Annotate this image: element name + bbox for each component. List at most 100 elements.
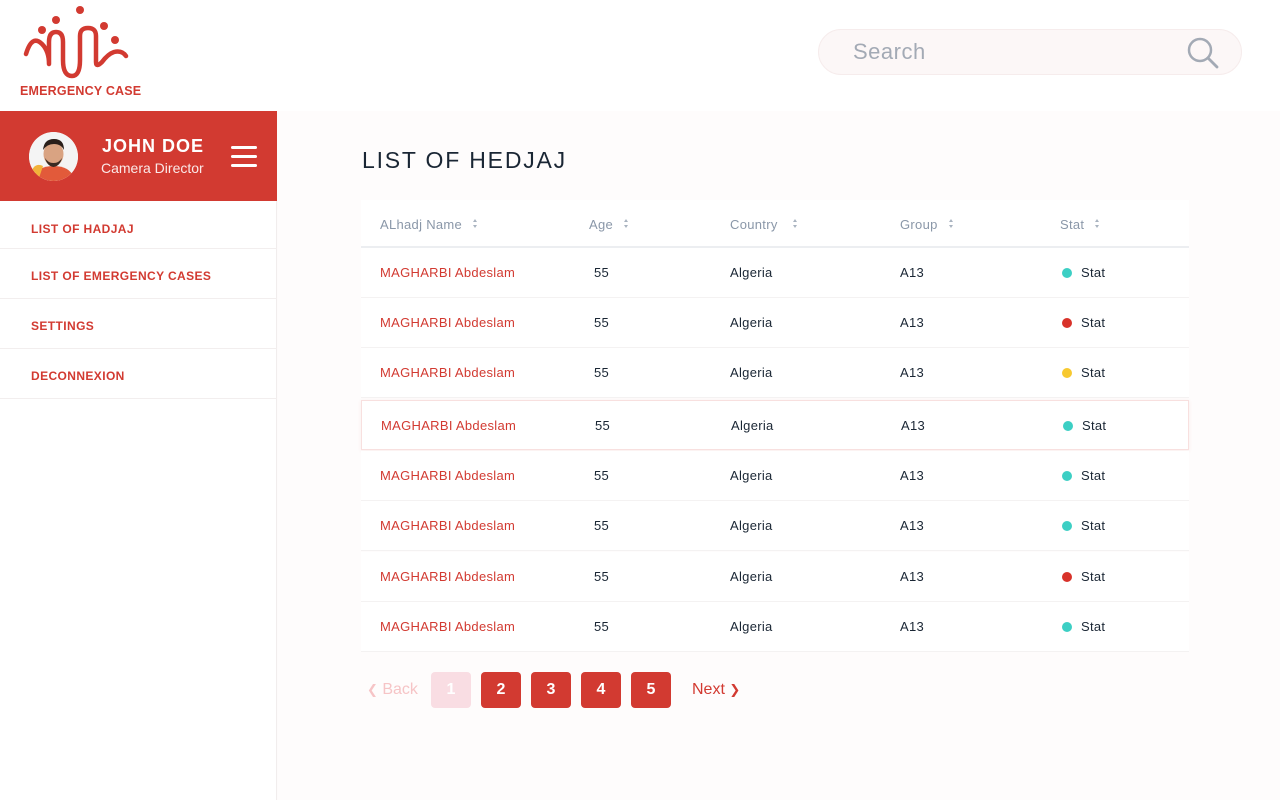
- status-label: Stat: [1081, 518, 1106, 533]
- table-row[interactable]: MAGHARBI Abdeslam 55 Algeria A13 Stat: [361, 400, 1189, 450]
- table-row[interactable]: MAGHARBI Abdeslam 55 Algeria A13 Stat: [361, 298, 1189, 348]
- hadj-name[interactable]: MAGHARBI Abdeslam: [380, 468, 515, 483]
- hadj-status: Stat: [1062, 468, 1105, 483]
- status-dot-icon: [1062, 368, 1072, 378]
- status-dot-icon: [1063, 421, 1073, 431]
- sort-icon[interactable]: [948, 219, 955, 230]
- avatar[interactable]: [29, 132, 78, 181]
- hadj-country: Algeria: [730, 569, 773, 584]
- status-dot-icon: [1062, 521, 1072, 531]
- hadj-group: A13: [900, 518, 925, 533]
- hadj-group: A13: [900, 315, 925, 330]
- hadj-name[interactable]: MAGHARBI Abdeslam: [380, 315, 515, 330]
- hadj-age: 55: [594, 468, 610, 483]
- sidebar-item-label: LIST OF HADJAJ: [31, 222, 134, 236]
- brand-logo[interactable]: EMERGENCY CASE: [18, 4, 141, 100]
- hadj-status: Stat: [1062, 619, 1105, 634]
- sort-icon[interactable]: [472, 219, 479, 230]
- status-label: Stat: [1081, 315, 1106, 330]
- hadj-status: Stat: [1062, 569, 1105, 584]
- pagination-back[interactable]: ❮ Back: [367, 681, 418, 699]
- column-header-name[interactable]: ALhadj Name: [380, 217, 479, 232]
- sidebar-item-deconnexion[interactable]: DECONNEXION: [0, 349, 277, 399]
- hadj-status: Stat: [1062, 265, 1105, 280]
- hadj-age: 55: [594, 619, 610, 634]
- page-button-1[interactable]: 1: [431, 672, 471, 708]
- table-row[interactable]: MAGHARBI Abdeslam 55 Algeria A13 Stat: [361, 451, 1189, 501]
- status-dot-icon: [1062, 572, 1072, 582]
- pagination: ❮ Back 1 2 3 4 5 Next ❯: [361, 672, 781, 708]
- hadj-age: 55: [595, 418, 611, 433]
- hadj-group: A13: [900, 265, 925, 280]
- hadj-group: A13: [900, 365, 925, 380]
- hadj-status: Stat: [1063, 418, 1106, 433]
- page-button-3[interactable]: 3: [531, 672, 571, 708]
- status-dot-icon: [1062, 318, 1072, 328]
- column-header-age[interactable]: Age: [589, 217, 630, 232]
- hadj-country: Algeria: [730, 365, 773, 380]
- brand-name: EMERGENCY CASE: [20, 84, 142, 98]
- hadj-status: Stat: [1062, 365, 1105, 380]
- sidebar-item-settings[interactable]: SETTINGS: [0, 299, 277, 349]
- sort-icon[interactable]: [1094, 219, 1101, 230]
- hadj-country: Algeria: [731, 418, 774, 433]
- hadj-status: Stat: [1062, 518, 1105, 533]
- status-label: Stat: [1081, 569, 1106, 584]
- hadj-country: Algeria: [730, 468, 773, 483]
- status-label: Stat: [1081, 468, 1106, 483]
- hadj-name[interactable]: MAGHARBI Abdeslam: [380, 518, 515, 533]
- hadj-country: Algeria: [730, 619, 773, 634]
- status-dot-icon: [1062, 471, 1072, 481]
- sort-icon[interactable]: [623, 219, 630, 230]
- user-role: Camera Director: [101, 160, 204, 176]
- status-label: Stat: [1081, 619, 1106, 634]
- hadj-name[interactable]: MAGHARBI Abdeslam: [380, 365, 515, 380]
- user-profile-header: JOHN DOE Camera Director: [0, 111, 277, 201]
- page-button-2[interactable]: 2: [481, 672, 521, 708]
- user-avatar-icon: [29, 132, 78, 181]
- emergency-people-logo-icon: [23, 6, 129, 79]
- table-row[interactable]: MAGHARBI Abdeslam 55 Algeria A13 Stat: [361, 248, 1189, 298]
- table-row[interactable]: MAGHARBI Abdeslam 55 Algeria A13 Stat: [361, 501, 1189, 551]
- column-header-country[interactable]: Country: [730, 217, 799, 232]
- sidebar-item-label: SETTINGS: [31, 319, 95, 333]
- hamburger-icon[interactable]: [231, 146, 257, 168]
- table-row[interactable]: MAGHARBI Abdeslam 55 Algeria A13 Stat: [361, 602, 1189, 652]
- chevron-left-icon: ❮: [367, 682, 378, 697]
- search-icon[interactable]: [1186, 36, 1220, 70]
- page-button-4[interactable]: 4: [581, 672, 621, 708]
- user-name: JOHN DOE: [102, 136, 205, 156]
- search-input[interactable]: [853, 38, 1173, 66]
- status-dot-icon: [1062, 622, 1072, 632]
- hadj-name[interactable]: MAGHARBI Abdeslam: [380, 265, 515, 280]
- table-row[interactable]: MAGHARBI Abdeslam 55 Algeria A13 Stat: [361, 348, 1189, 398]
- status-dot-icon: [1062, 268, 1072, 278]
- page-title: LIST OF HEDJAJ: [362, 147, 567, 173]
- hadj-group: A13: [900, 468, 925, 483]
- sort-icon[interactable]: [792, 219, 799, 230]
- status-label: Stat: [1081, 265, 1106, 280]
- hadj-country: Algeria: [730, 315, 773, 330]
- hadj-age: 55: [594, 315, 610, 330]
- hadj-name[interactable]: MAGHARBI Abdeslam: [380, 569, 515, 584]
- hadj-country: Algeria: [730, 518, 773, 533]
- hadj-age: 55: [594, 518, 610, 533]
- column-header-group[interactable]: Group: [900, 217, 955, 232]
- sidebar: JOHN DOE Camera Director LIST OF HADJAJ …: [0, 111, 277, 800]
- status-label: Stat: [1081, 365, 1106, 380]
- column-header-stat[interactable]: Stat: [1060, 217, 1101, 232]
- table-row[interactable]: MAGHARBI Abdeslam 55 Algeria A13 Stat: [361, 552, 1189, 602]
- hadj-status: Stat: [1062, 315, 1105, 330]
- sidebar-item-list-of-hadjaj[interactable]: LIST OF HADJAJ: [0, 201, 277, 249]
- pagination-next[interactable]: Next ❯: [692, 681, 740, 699]
- sidebar-item-list-of-emergency-cases[interactable]: LIST OF EMERGENCY CASES: [0, 249, 277, 299]
- top-bar: EMERGENCY CASE: [0, 0, 1280, 111]
- hadj-age: 55: [594, 365, 610, 380]
- hadj-name[interactable]: MAGHARBI Abdeslam: [381, 418, 516, 433]
- table-header: ALhadj Name Age Country Group Stat: [361, 200, 1189, 248]
- hadj-name[interactable]: MAGHARBI Abdeslam: [380, 619, 515, 634]
- sidebar-item-label: DECONNEXION: [31, 369, 125, 383]
- page-button-5[interactable]: 5: [631, 672, 671, 708]
- hadj-group: A13: [900, 569, 925, 584]
- sidebar-item-label: LIST OF EMERGENCY CASES: [31, 269, 212, 283]
